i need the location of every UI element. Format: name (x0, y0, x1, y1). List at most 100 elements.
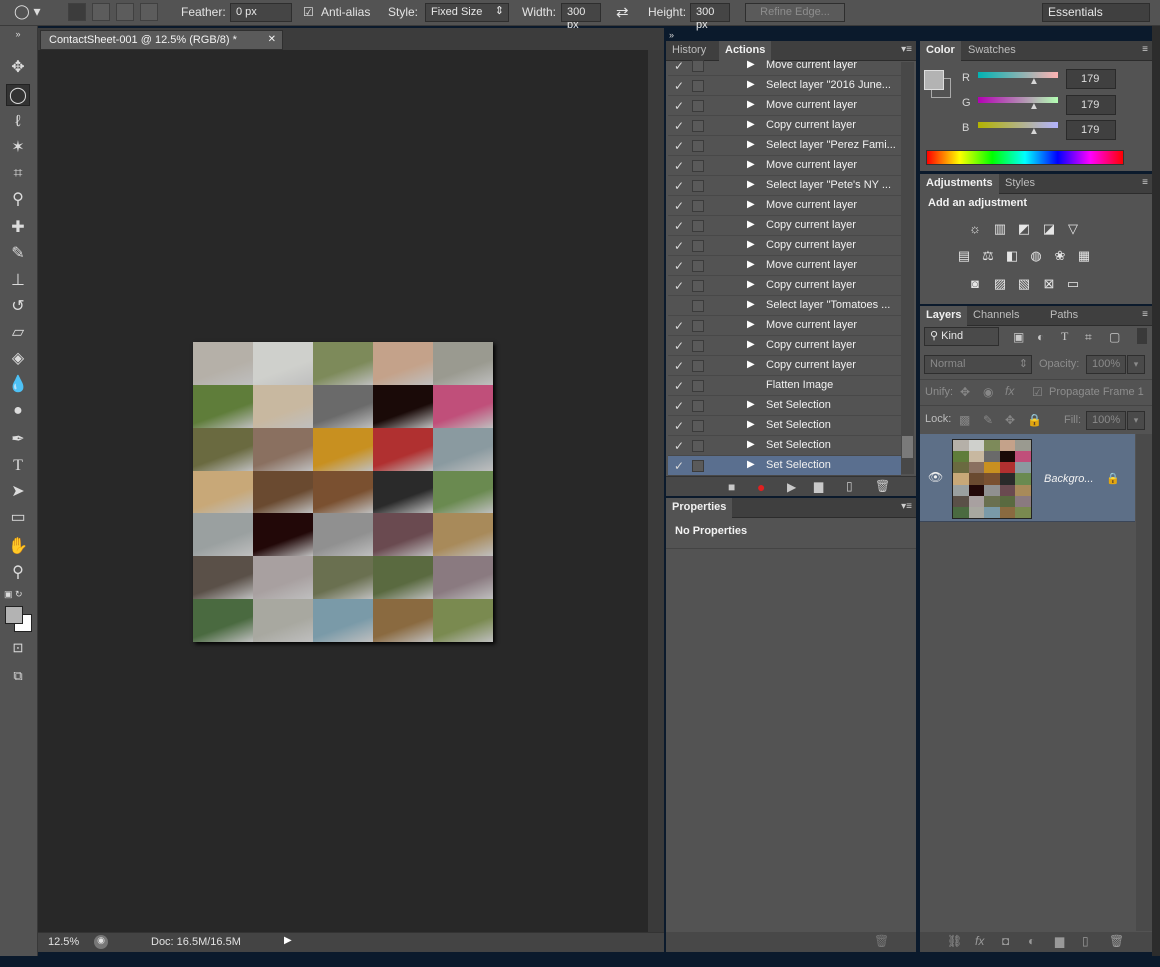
green-value-input[interactable]: 179 (1066, 95, 1116, 115)
expand-triangle-icon[interactable]: ▶ (747, 219, 755, 230)
antialias-checkbox[interactable]: ☑ (303, 5, 314, 19)
checkmark-icon[interactable]: ✓ (674, 279, 686, 293)
threshold-icon[interactable]: ▧ (1015, 276, 1033, 292)
style-select[interactable]: Fixed Size ⇕ (425, 3, 509, 22)
red-slider-thumb-icon[interactable]: ▲ (1029, 76, 1039, 87)
dialog-toggle-box[interactable] (692, 460, 704, 472)
action-row[interactable]: ✓ ▶ Move current layer (668, 156, 901, 176)
height-input[interactable]: 300 px (690, 3, 730, 31)
expand-triangle-icon[interactable]: ▶ (747, 319, 755, 330)
dodge-tool-icon[interactable]: ● (6, 400, 30, 422)
dialog-toggle-box[interactable] (692, 360, 704, 372)
checkmark-icon[interactable]: ✓ (674, 99, 686, 113)
status-menu-arrow-icon[interactable]: ▶ (284, 935, 292, 946)
action-row[interactable]: ✓ ▶ Copy current layer (668, 336, 901, 356)
fill-dropdown-icon[interactable]: ▾ (1127, 411, 1145, 430)
move-tool-icon[interactable]: ✥ (6, 57, 30, 79)
curves-icon[interactable]: ◩ (1015, 221, 1033, 237)
intersect-selection-icon[interactable] (140, 3, 158, 21)
expand-triangle-icon[interactable]: ▶ (747, 119, 755, 130)
tab-adjustments[interactable]: Adjustments (920, 174, 999, 194)
layer-style-icon[interactable]: fx (975, 934, 984, 948)
actions-scrollbar[interactable] (901, 62, 914, 474)
color-lookup-icon[interactable]: ▦ (1075, 248, 1093, 264)
elliptical-marquee-tool-icon[interactable]: ◯ (6, 84, 30, 106)
zoom-level[interactable]: 12.5% (48, 936, 79, 948)
lock-pixels-icon[interactable]: ✎ (983, 413, 993, 427)
tab-styles[interactable]: Styles (999, 174, 1041, 194)
checkmark-icon[interactable]: ✓ (674, 359, 686, 373)
opacity-dropdown-icon[interactable]: ▾ (1127, 355, 1145, 374)
new-adjustment-layer-icon[interactable]: ◐ (1028, 934, 1035, 948)
pen-tool-icon[interactable]: ✒ (6, 429, 30, 451)
width-input[interactable]: 300 px (561, 3, 601, 31)
dialog-toggle-box[interactable] (692, 140, 704, 152)
close-icon[interactable]: ✕ (268, 34, 276, 45)
action-row[interactable]: ✓ ▶ Select layer "Pete's NY ... (668, 176, 901, 196)
contact-sheet-image[interactable] (193, 342, 493, 643)
new-layer-icon[interactable]: ▯ (1082, 934, 1089, 948)
action-row[interactable]: ✓ ▶ Set Selection (668, 416, 901, 436)
action-row[interactable]: ✓ ▶ Set Selection (668, 396, 901, 416)
tab-color[interactable]: Color (920, 41, 961, 61)
color-fg-swatch[interactable] (924, 70, 944, 90)
dialog-toggle-box[interactable] (692, 180, 704, 192)
action-row[interactable]: ✓ ▶ Copy current layer (668, 236, 901, 256)
visibility-eye-icon[interactable]: 👁 (928, 470, 943, 484)
expand-triangle-icon[interactable]: ▶ (747, 59, 755, 70)
expand-triangle-icon[interactable]: ▶ (747, 139, 755, 150)
checkmark-icon[interactable]: ✓ (674, 139, 686, 153)
dialog-toggle-box[interactable] (692, 340, 704, 352)
action-row[interactable]: ✓ ▶ Move current layer (668, 256, 901, 276)
new-selection-icon[interactable] (68, 3, 86, 21)
blue-slider[interactable] (978, 122, 1058, 128)
dialog-toggle-box[interactable] (692, 400, 704, 412)
expand-triangle-icon[interactable]: ▶ (747, 359, 755, 370)
layers-scrollbar[interactable] (1136, 434, 1152, 931)
subtract-from-selection-icon[interactable] (116, 3, 134, 21)
dialog-toggle-box[interactable] (692, 280, 704, 292)
panel-menu-icon[interactable]: ≡ (1142, 177, 1148, 188)
checkmark-icon[interactable]: ✓ (674, 179, 686, 193)
dialog-toggle-box[interactable] (692, 120, 704, 132)
panel-menu-icon[interactable]: ▾≡ (901, 501, 912, 512)
blue-value-input[interactable]: 179 (1066, 120, 1116, 140)
dialog-toggle-box[interactable] (692, 260, 704, 272)
dialog-toggle-box[interactable] (692, 80, 704, 92)
crop-tool-icon[interactable]: ⌗ (6, 163, 30, 185)
expand-triangle-icon[interactable]: ▶ (747, 399, 755, 410)
color-spectrum-ramp[interactable] (926, 150, 1124, 165)
action-row[interactable]: ▶ Select layer "Tomatoes ... (668, 296, 901, 316)
checkmark-icon[interactable]: ✓ (674, 459, 686, 473)
eyedropper-tool-icon[interactable]: ⚲ (6, 189, 30, 211)
action-row[interactable]: ✓ ▶ Copy current layer (668, 276, 901, 296)
checkmark-icon[interactable]: ✓ (674, 199, 686, 213)
expand-triangle-icon[interactable]: ▶ (747, 259, 755, 270)
action-row[interactable]: ✓ Flatten Image (668, 376, 901, 396)
tab-swatches[interactable]: Swatches (962, 41, 1022, 61)
workspace-switcher[interactable]: Essentials (1042, 3, 1150, 22)
feather-input[interactable]: 0 px (230, 3, 292, 22)
checkmark-icon[interactable]: ✓ (674, 219, 686, 233)
action-row[interactable]: ✓ ▶ Move current layer (668, 96, 901, 116)
type-filter-icon[interactable]: T (1061, 329, 1068, 344)
collapse-toolbox-icon[interactable]: » (6, 28, 30, 40)
color-balance-icon[interactable]: ⚖ (979, 248, 997, 264)
tab-channels[interactable]: Channels (967, 306, 1025, 326)
checkmark-icon[interactable]: ✓ (674, 59, 686, 73)
shape-filter-icon[interactable]: ⌗ (1085, 330, 1092, 345)
green-slider-thumb-icon[interactable]: ▲ (1029, 101, 1039, 112)
expand-triangle-icon[interactable]: ▶ (747, 239, 755, 250)
action-row[interactable]: ✓ ▶ Copy current layer (668, 216, 901, 236)
expand-triangle-icon[interactable]: ▶ (747, 159, 755, 170)
expand-triangle-icon[interactable]: ▶ (747, 179, 755, 190)
rectangle-tool-icon[interactable]: ▭ (6, 507, 30, 529)
dialog-toggle-box[interactable] (692, 100, 704, 112)
expand-triangle-icon[interactable]: ▶ (747, 339, 755, 350)
quick-mask-icon[interactable]: ⊡ (6, 637, 30, 659)
pixel-filter-icon[interactable]: ▣ (1013, 330, 1024, 344)
checkmark-icon[interactable]: ✓ (674, 159, 686, 173)
hue-saturation-icon[interactable]: ▤ (955, 248, 973, 264)
new-group-icon[interactable]: ▆ (1055, 934, 1064, 948)
dialog-toggle-box[interactable] (692, 440, 704, 452)
